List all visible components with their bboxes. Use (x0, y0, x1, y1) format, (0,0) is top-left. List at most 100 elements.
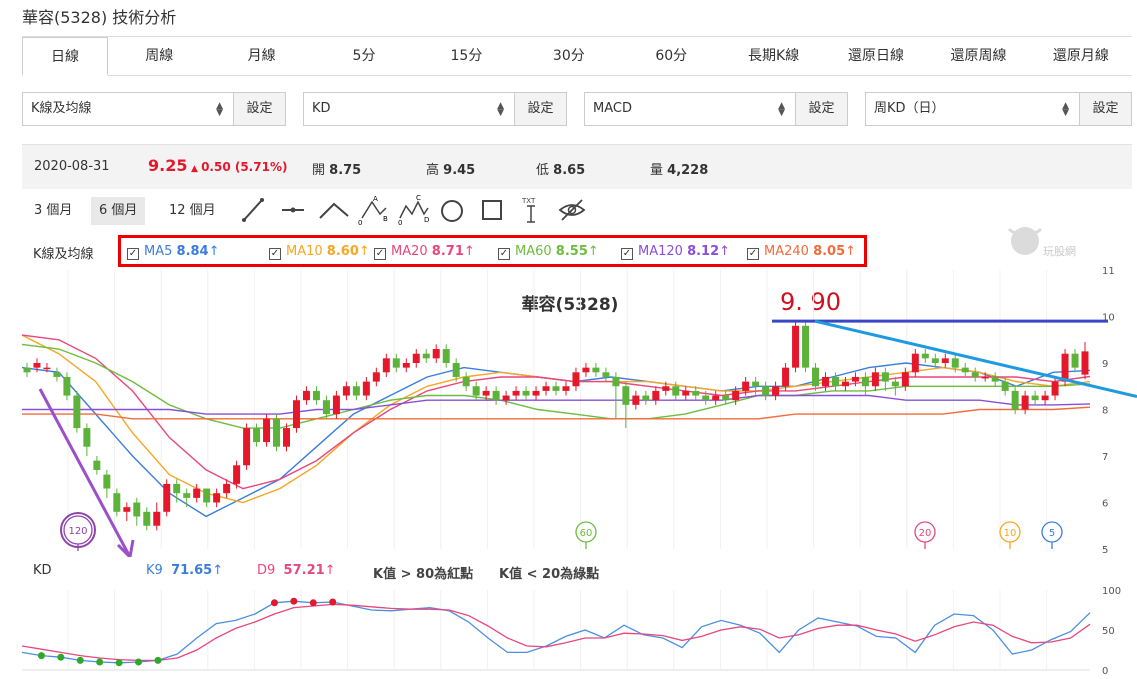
tab-0[interactable]: 日線 (22, 37, 108, 76)
tab-3[interactable]: 5分 (313, 37, 415, 75)
main-indicator-select[interactable]: K線及均線 ▲ ▼ 設定 (22, 92, 286, 126)
candle-body (891, 381, 899, 387)
svg-text:B: B (383, 215, 388, 223)
candle-body (1071, 353, 1079, 368)
tab-9[interactable]: 還原周線 (927, 37, 1029, 75)
indicator-4-select[interactable]: 周KD（日） ▲ ▼ 設定 (865, 92, 1132, 126)
select-value: K線及均線 (31, 101, 92, 116)
candle-body (1031, 395, 1039, 401)
checkbox-icon[interactable]: ✓ (621, 248, 633, 260)
d9-legend: D9 57.21↑ (257, 563, 336, 578)
checkbox-icon[interactable]: ✓ (374, 248, 386, 260)
volume-label: 量 (650, 163, 664, 178)
select-arrow-icon: ▲ ▼ (497, 101, 504, 118)
ma-value: 8.05 (813, 244, 846, 259)
candle-body (642, 395, 650, 401)
range-6m-button[interactable]: 6 個月 (91, 197, 146, 225)
tab-4[interactable]: 15分 (415, 37, 517, 75)
candle-body (342, 386, 350, 396)
ma-toggle-ma5[interactable]: ✓ MA5 8.84↑ (127, 244, 220, 260)
candle-body (762, 386, 770, 396)
ma-value: 8.12 (687, 244, 720, 259)
circle-tool-icon[interactable] (441, 200, 463, 222)
candle-body (462, 376, 470, 387)
candle-body (382, 358, 390, 373)
open-field: 開 8.75 (312, 159, 361, 178)
k9-legend: K9 71.65↑ (146, 563, 223, 578)
candlestick-chart[interactable]: 華容(5328) 9. 90 111098765120 60 20 10 5 (0, 262, 1137, 557)
kd-chart[interactable]: 100 50 0 (0, 584, 1137, 679)
kd-rule-green: K值 < 20為綠點 (499, 567, 600, 582)
ma-toggle-ma120[interactable]: ✓ MA120 8.12↑ (621, 244, 730, 260)
candle-body (702, 395, 710, 401)
rectangle-tool-icon[interactable] (482, 200, 502, 220)
range-12m-button[interactable]: 12 個月 (161, 197, 224, 225)
tab-5[interactable]: 30分 (518, 37, 620, 75)
text-tool-icon[interactable]: TXT (521, 197, 536, 223)
tab-8[interactable]: 還原日線 (825, 37, 927, 75)
k9-label: K9 (146, 563, 163, 578)
indicator-2-select[interactable]: KD ▲ ▼ 設定 (303, 92, 567, 126)
checkbox-icon[interactable]: ✓ (127, 248, 139, 260)
candle-body (432, 349, 440, 359)
hide-drawings-icon[interactable] (558, 199, 586, 221)
candle-body (961, 367, 969, 373)
angle-tool-icon[interactable] (319, 202, 349, 219)
tab-6[interactable]: 60分 (620, 37, 722, 75)
candle-body (402, 363, 410, 368)
settings-button[interactable]: 設定 (514, 93, 566, 125)
indicator-3-select[interactable]: MACD ▲ ▼ 設定 (584, 92, 848, 126)
candle-body (103, 474, 111, 489)
range-3m-button[interactable]: 3 個月 (26, 197, 80, 225)
ma-marker-120: 120 (60, 512, 96, 551)
kd-axis-tick: 100 (1102, 586, 1121, 597)
candle-body (812, 367, 820, 387)
candle-body (362, 381, 370, 396)
tab-10[interactable]: 還原月線 (1030, 37, 1132, 75)
bull-logo-icon (1007, 227, 1043, 255)
candle-body (372, 372, 380, 382)
abcde-pattern-icon[interactable]: C D 0 (398, 194, 429, 227)
settings-button[interactable]: 設定 (795, 93, 847, 125)
candle-body (273, 418, 281, 447)
watermark-logo: 玩股網 (1005, 221, 1095, 261)
candle-body (931, 358, 939, 363)
ma-name: MA60 (515, 244, 552, 259)
ma-toggle-ma60[interactable]: ✓ MA60 8.55↑ (498, 244, 599, 260)
ma-marker-label: 10 (1004, 528, 1017, 539)
ma-toggle-ma20[interactable]: ✓ MA20 8.71↑ (374, 244, 475, 260)
candle-body (263, 418, 271, 443)
settings-button[interactable]: 設定 (1079, 93, 1131, 125)
checkbox-icon[interactable]: ✓ (269, 248, 281, 260)
tab-7[interactable]: 長期K線 (722, 37, 824, 75)
settings-button[interactable]: 設定 (233, 93, 285, 125)
line-tool-icon[interactable] (242, 198, 264, 222)
candle-body (732, 390, 740, 401)
quote-info-bar: 2020-08-31 9.25 ▲ 0.50 (5.71%) 開 8.75 高 … (22, 144, 1132, 189)
ma-toggle-ma10[interactable]: ✓ MA10 8.60↑ (269, 244, 370, 260)
abc-pattern-icon[interactable]: A B 0 (358, 195, 388, 227)
kd-axis-tick: 0 (1102, 666, 1108, 677)
horizontal-line-tool-icon[interactable] (282, 207, 304, 213)
candle-body (442, 349, 450, 363)
quote-change-value: 0.50 (5.71%) (201, 160, 288, 174)
candle-body (322, 400, 330, 415)
ma-name: MA120 (638, 244, 683, 259)
candle-body (512, 390, 520, 396)
select-value: KD (312, 101, 331, 116)
ma-name: MA5 (144, 244, 173, 259)
price-axis-tick: 7 (1102, 452, 1108, 463)
checkbox-icon[interactable]: ✓ (747, 248, 759, 260)
ma-toggle-ma240[interactable]: ✓ MA240 8.05↑ (747, 244, 856, 260)
kd-overbought-dot (309, 599, 317, 607)
candle-body (782, 367, 790, 387)
high-value: 9.45 (443, 163, 476, 178)
ma-name: MA10 (286, 244, 323, 259)
price-axis-tick: 6 (1102, 499, 1108, 510)
candle-body (412, 353, 420, 363)
tab-2[interactable]: 月線 (210, 37, 312, 75)
checkbox-icon[interactable]: ✓ (498, 248, 510, 260)
candle-body (911, 353, 919, 373)
candle-body (392, 358, 400, 368)
tab-1[interactable]: 周線 (108, 37, 210, 75)
